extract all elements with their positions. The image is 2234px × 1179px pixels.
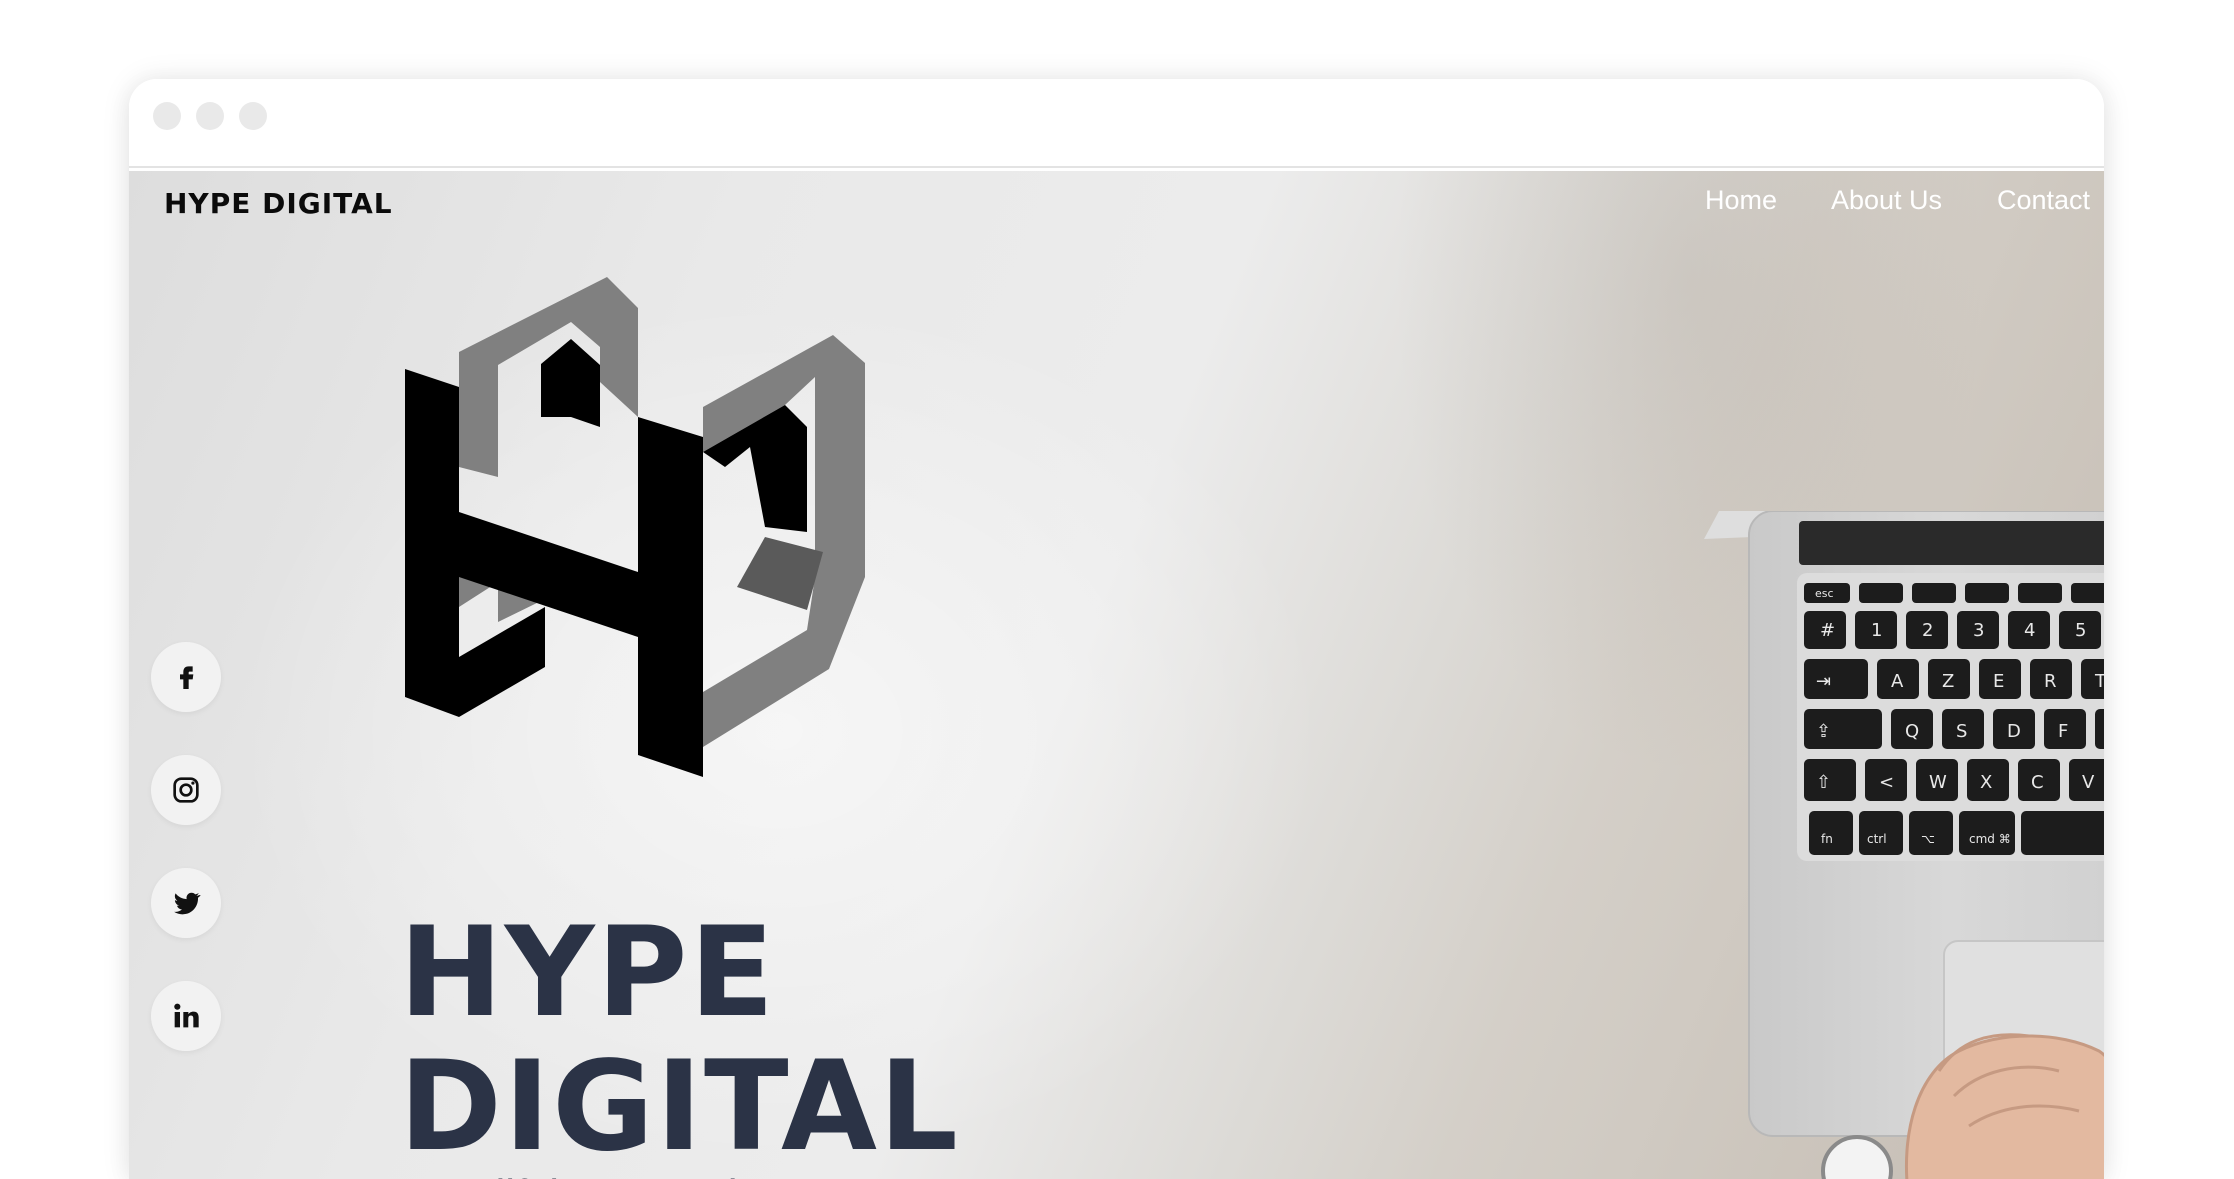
window-minimize-button[interactable] [196, 102, 224, 130]
svg-text:F: F [2058, 721, 2068, 742]
svg-text:V: V [2082, 772, 2095, 793]
twitter-link[interactable] [151, 868, 221, 938]
svg-text:⇧: ⇧ [1816, 772, 1831, 793]
svg-text:cmd ⌘: cmd ⌘ [1969, 832, 2011, 846]
twitter-icon [174, 892, 201, 915]
svg-text:#: # [1820, 620, 1835, 641]
window-close-button[interactable] [153, 102, 181, 130]
hero-title: HYPE DIGITAL [399, 906, 960, 1174]
nav-home[interactable]: Home [1705, 185, 1777, 216]
hero-title-line-1: HYPE [399, 901, 777, 1045]
svg-text:Z: Z [1942, 671, 1954, 692]
svg-text:⌥: ⌥ [1921, 832, 1935, 846]
hero-tagline: Amplifying Brands [405, 1171, 760, 1179]
facebook-icon [180, 666, 194, 689]
svg-text:⇪: ⇪ [1816, 721, 1831, 742]
svg-text:W: W [1929, 772, 1947, 793]
nav-contact[interactable]: Contact [1997, 185, 2090, 216]
svg-text:4: 4 [2024, 620, 2035, 641]
svg-text:<: < [1879, 772, 1894, 793]
svg-text:X: X [1980, 772, 1992, 793]
svg-text:1: 1 [1871, 620, 1882, 641]
facebook-link[interactable] [151, 642, 221, 712]
svg-text:T: T [2094, 671, 2104, 692]
hd-logo-mark [405, 277, 865, 777]
svg-text:Q: Q [1905, 721, 1919, 742]
page-viewport: esc # 1 2 3 4 5 ⇥ A Z E R T ⇪ Q S D F G … [129, 171, 2104, 1179]
svg-text:fn: fn [1821, 832, 1833, 846]
instagram-icon [173, 777, 199, 803]
browser-window: esc # 1 2 3 4 5 ⇥ A Z E R T ⇪ Q S D F G … [129, 79, 2104, 1179]
window-maximize-button[interactable] [239, 102, 267, 130]
svg-text:D: D [2007, 721, 2021, 742]
svg-text:esc: esc [1815, 587, 1834, 600]
svg-text:⇥: ⇥ [1816, 671, 1831, 692]
hero-title-line-2: DIGITAL [399, 1035, 960, 1179]
svg-text:A: A [1891, 671, 1904, 692]
svg-text:ctrl: ctrl [1867, 832, 1887, 846]
laptop-photo: esc # 1 2 3 4 5 ⇥ A Z E R T ⇪ Q S D F G … [1704, 511, 2104, 1179]
svg-text:2: 2 [1922, 620, 1933, 641]
instagram-link[interactable] [151, 755, 221, 825]
svg-text:C: C [2031, 772, 2044, 793]
browser-titlebar [129, 79, 2104, 168]
svg-text:3: 3 [1973, 620, 1984, 641]
site-brand-logo[interactable]: HYPE DIGITAL [164, 187, 393, 220]
svg-text:R: R [2044, 671, 2057, 692]
nav-about-us[interactable]: About Us [1831, 185, 1942, 216]
svg-text:E: E [1993, 671, 2004, 692]
svg-text:5: 5 [2075, 620, 2086, 641]
svg-text:S: S [1956, 721, 1967, 742]
linkedin-icon [174, 1003, 199, 1028]
linkedin-link[interactable] [151, 981, 221, 1051]
